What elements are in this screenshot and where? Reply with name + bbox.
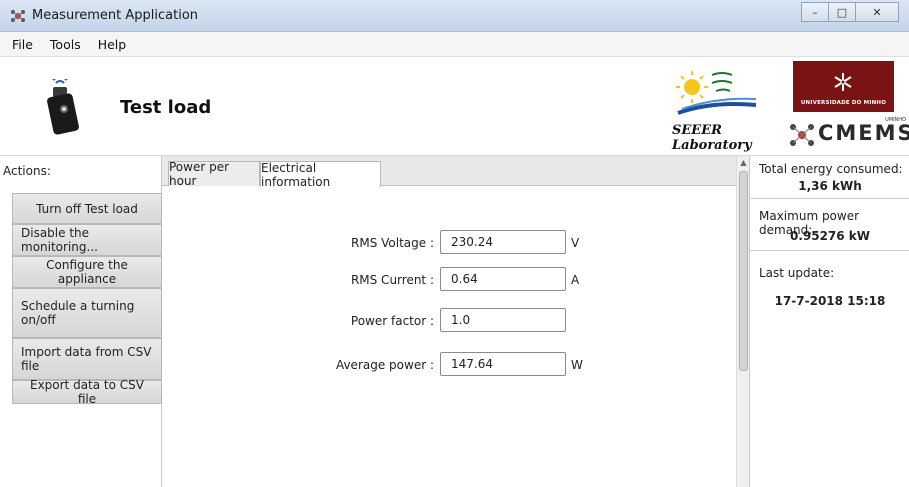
tab-power-per-hour[interactable]: Power per hour <box>168 160 260 188</box>
turn-off-button[interactable]: Turn off Test load <box>12 193 162 224</box>
vertical-scrollbar[interactable]: ▲ <box>736 156 749 487</box>
minimize-icon: – <box>812 5 818 19</box>
power-factor-label: Power factor : <box>350 314 434 328</box>
disable-monitoring-button[interactable]: Disable the monitoring... <box>12 224 162 256</box>
energy-value: 1,36 kWh <box>798 179 862 193</box>
average-power-unit: W <box>571 358 583 372</box>
seeer-label: SEEER Laboratory <box>672 123 752 153</box>
import-csv-button[interactable]: Import data from CSV file <box>12 338 162 380</box>
window-title: Measurement Application <box>32 8 199 23</box>
configure-appliance-button[interactable]: Configure the appliance <box>12 256 162 288</box>
window-controls: – □ ✕ <box>801 2 899 22</box>
maximize-button[interactable]: □ <box>828 2 856 22</box>
rms-current-field[interactable]: 0.64 <box>440 267 566 291</box>
cmems-logo: UMINHO CMEMS <box>788 117 909 151</box>
rms-voltage-unit: V <box>571 236 580 250</box>
last-update-value: 17-7-2018 15:18 <box>774 294 886 308</box>
rms-voltage-label: RMS Voltage : <box>351 236 434 250</box>
maximize-icon: □ <box>836 5 848 19</box>
average-power-field[interactable]: 147.64 <box>440 352 566 376</box>
rms-current-unit: A <box>571 273 580 287</box>
sun-icon <box>676 71 757 115</box>
menu-bar: File Tools Help <box>0 32 909 57</box>
page-title: Test load <box>120 97 212 118</box>
app-icon <box>11 10 25 22</box>
uminho-logo: UNIVERSIDADE DO MINHO <box>793 61 894 112</box>
tab-strip: Power per hour Electrical information <box>162 156 736 189</box>
export-csv-button[interactable]: Export data to CSV file <box>12 378 162 406</box>
uminho-emblem-icon <box>834 73 852 91</box>
close-button[interactable]: ✕ <box>855 2 899 22</box>
cmems-molecule-icon <box>790 124 814 146</box>
menu-help[interactable]: Help <box>98 37 127 52</box>
stats-panel: Total energy consumed: 1,36 kWh Maximum … <box>749 156 909 487</box>
demand-block: Maximum power demand: 0.95276 kW <box>750 199 909 251</box>
rms-voltage-field[interactable]: 230.24 <box>440 230 566 254</box>
scroll-thumb[interactable] <box>739 171 748 371</box>
menu-tools[interactable]: Tools <box>50 37 81 52</box>
close-icon: ✕ <box>872 5 882 19</box>
cmems-text: CMEMS <box>818 121 909 145</box>
energy-block: Total energy consumed: 1,36 kWh <box>750 156 909 199</box>
demand-value: 0.95276 kW <box>789 229 871 243</box>
menu-file[interactable]: File <box>12 37 33 52</box>
main-content: Power per hour Electrical information RM… <box>162 156 749 487</box>
uminho-text: UNIVERSIDADE DO MINHO <box>800 100 887 106</box>
header: Test load SEEER Laboratory UNIVERSIDADE … <box>0 57 909 156</box>
energy-label: Total energy consumed: <box>759 162 903 176</box>
power-factor-field[interactable]: 1.0 <box>440 308 566 332</box>
seeer-logo: SEEER Laboratory <box>672 65 762 153</box>
tab-electrical-information[interactable]: Electrical information <box>260 161 381 189</box>
title-bar: Measurement Application – □ ✕ <box>0 0 909 32</box>
average-power-label: Average power : <box>335 358 434 372</box>
wireless-plug-device-icon <box>47 79 79 135</box>
actions-label: Actions: <box>3 164 51 178</box>
last-update-label: Last update: <box>759 266 835 280</box>
rms-current-label: RMS Current : <box>350 273 434 287</box>
actions-panel: Actions: Turn off Test load Disable the … <box>0 156 162 487</box>
schedule-button[interactable]: Schedule a turning on/off <box>12 288 162 338</box>
minimize-button[interactable]: – <box>801 2 829 22</box>
